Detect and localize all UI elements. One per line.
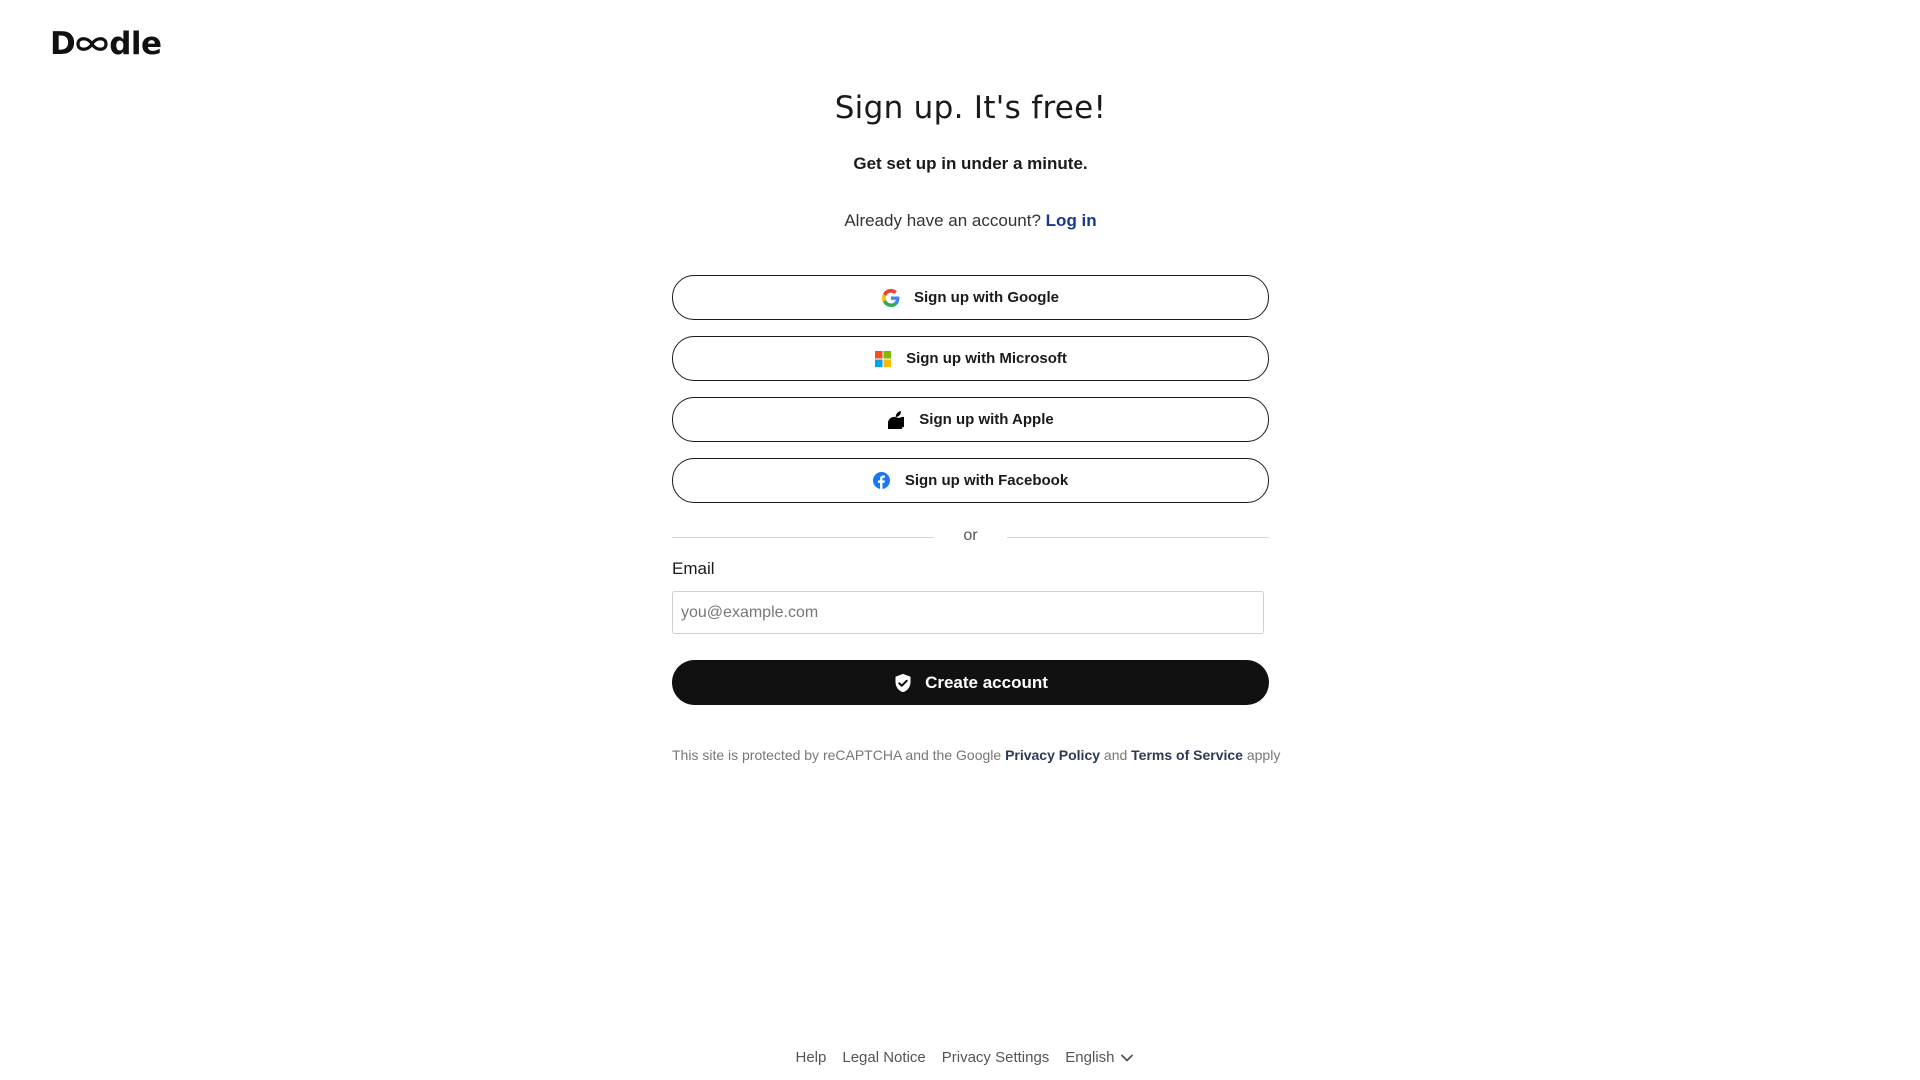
apple-icon [887,410,905,429]
shield-check-icon [893,673,913,693]
logo-infinity-icon [75,34,109,54]
logo-suffix: dle [109,26,162,62]
page-title: Sign up. It's free! [834,90,1107,126]
login-link[interactable]: Log in [1046,211,1097,230]
footer-legal-notice-link[interactable]: Legal Notice [842,1049,925,1066]
divider-line-right [1007,537,1269,538]
footer-help-link[interactable]: Help [796,1049,827,1066]
microsoft-icon [874,350,892,368]
doodle-logo[interactable]: D dle [50,26,162,62]
footer: Help Legal Notice Privacy Settings Engli… [0,1049,1920,1066]
microsoft-signup-button[interactable]: Sign up with Microsoft [672,336,1269,381]
recaptcha-and-text: and [1103,747,1128,763]
apple-signup-label: Sign up with Apple [919,411,1054,428]
divider-text: or [963,527,978,544]
email-label: Email [672,559,715,578]
login-prompt-row: Already have an account? Log in [672,211,1269,231]
google-privacy-policy-link[interactable]: Privacy Policy [1005,747,1100,763]
create-account-label: Create account [925,672,1048,692]
recaptcha-text: This site is protected by reCAPTCHA and … [672,747,1002,763]
language-selector[interactable]: English [1065,1049,1133,1066]
logo-prefix: D [50,26,76,62]
facebook-signup-button[interactable]: Sign up with Facebook [672,458,1269,503]
apple-signup-button[interactable]: Sign up with Apple [672,397,1269,442]
signup-page: D dle Sign up. It's free! Get set up in … [0,0,1920,1080]
login-prompt-text: Already have an account? [844,211,1041,230]
recaptcha-notice: This site is protected by reCAPTCHA and … [672,747,1280,763]
recaptcha-apply-text: apply [1246,747,1281,763]
chevron-down-icon [1120,1054,1133,1062]
google-signup-button[interactable]: Sign up with Google [672,275,1269,320]
language-label: English [1065,1049,1115,1066]
page-subtitle: Get set up in under a minute. [853,154,1088,173]
or-divider: or [672,525,1269,549]
google-icon [882,288,900,307]
facebook-icon [873,472,891,490]
microsoft-signup-label: Sign up with Microsoft [906,350,1067,367]
footer-privacy-settings-link[interactable]: Privacy Settings [942,1049,1050,1066]
email-field[interactable] [672,591,1264,634]
facebook-signup-label: Sign up with Facebook [904,472,1069,489]
create-account-button[interactable]: Create account [672,660,1269,705]
google-terms-link[interactable]: Terms of Service [1131,747,1243,763]
google-signup-label: Sign up with Google [914,289,1059,306]
